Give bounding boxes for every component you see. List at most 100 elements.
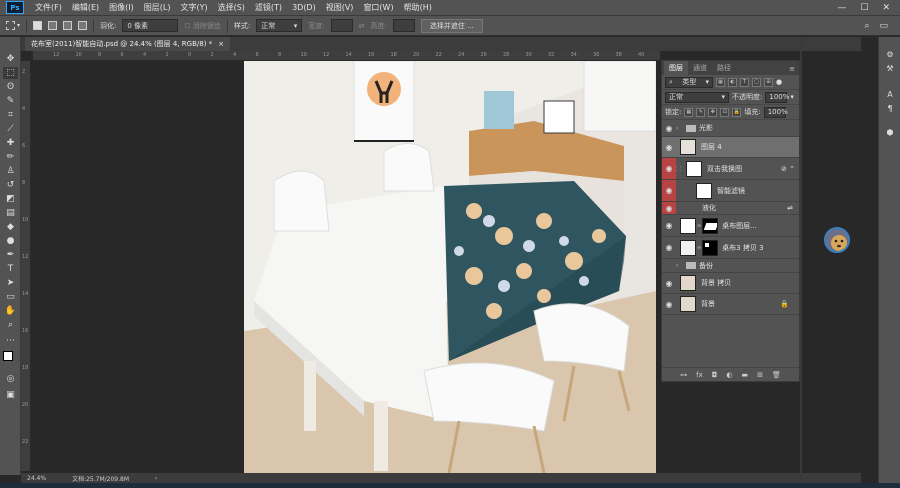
layer-smart-object[interactable]: ◉ ⸬ 双击我换图 ⊘ ⌃ [662, 158, 799, 180]
layer-tuceng4[interactable]: ◉ 图层 4 [662, 137, 799, 158]
layer-tablecloth[interactable]: ◉ ∞ 桌布图层... [662, 215, 799, 237]
filter-liquify-row[interactable]: ◉ 液化 ⇌ [662, 202, 799, 215]
folder-icon[interactable]: ▬ [741, 371, 748, 379]
adjust-sliders-icon[interactable]: ⚒ [884, 63, 896, 74]
healing-brush-icon[interactable]: ✚ [3, 137, 18, 149]
move-tool-icon[interactable]: ✥ [3, 53, 18, 65]
paragraph-icon[interactable]: ¶ [884, 103, 896, 114]
lock-artboard-icon[interactable]: ⊡ [720, 107, 730, 117]
lasso-tool-icon[interactable]: ʘ [3, 81, 18, 93]
eye-icon[interactable]: ◉ [662, 143, 676, 152]
menu-select[interactable]: 选择(S) [213, 2, 250, 13]
width-input[interactable] [330, 19, 353, 32]
zoom-level[interactable]: 24.4% [27, 475, 46, 482]
type-tool-icon[interactable]: T [3, 263, 18, 275]
filter-pixel-icon[interactable]: ▦ [716, 77, 725, 87]
add-selection-icon[interactable] [48, 21, 58, 30]
brush-tool-icon[interactable]: ✏ [3, 151, 18, 163]
screen-mode-icon[interactable]: ▣ [3, 389, 18, 401]
chevron-right-icon[interactable]: › [155, 475, 157, 482]
tab-channels[interactable]: 通道 [688, 61, 712, 75]
lock-transparent-icon[interactable]: ▦ [684, 107, 694, 117]
crop-tool-icon[interactable]: ⌗ [3, 109, 18, 121]
eye-icon[interactable]: ◉ [662, 300, 676, 309]
chevron-right-icon[interactable]: › [676, 125, 686, 132]
blur-tool-icon[interactable]: ◆ [3, 221, 18, 233]
filter-type-icon[interactable]: T [740, 77, 749, 87]
menu-file[interactable]: 文件(F) [30, 2, 67, 13]
filter-smart-icon[interactable]: ⊞ [764, 77, 773, 87]
marquee-tool-preset[interactable]: ▾ [6, 21, 20, 30]
tab-layers[interactable]: 图层 [664, 61, 688, 75]
style-select[interactable]: 正常 ▾ [256, 19, 303, 32]
mask-icon[interactable]: ◘ [712, 371, 718, 379]
height-input[interactable] [392, 19, 415, 32]
lock-pixels-icon[interactable]: ✎ [696, 107, 706, 117]
hand-tool-icon[interactable]: ✋ [3, 305, 18, 317]
eye-icon[interactable]: ◉ [662, 202, 676, 214]
floating-pet-avatar-icon[interactable] [824, 227, 850, 253]
chevron-down-icon[interactable]: ▾ [790, 93, 794, 101]
lock-position-icon[interactable]: ✥ [708, 107, 718, 117]
adjustment-icon[interactable]: ◐ [726, 371, 732, 379]
workspace-icon[interactable]: ▭ [879, 21, 888, 31]
select-and-mask-button[interactable]: 选择并遮住 ... [420, 18, 483, 33]
link-icon[interactable]: ⊶ [680, 371, 687, 379]
menu-edit[interactable]: 编辑(E) [67, 2, 104, 13]
quick-select-tool-icon[interactable]: ✎ [3, 95, 18, 107]
tab-paths[interactable]: 路径 [712, 61, 736, 75]
rect-marquee-tool-icon[interactable]: ⬚ [3, 67, 18, 79]
new-selection-icon[interactable] [33, 21, 43, 30]
menu-image[interactable]: 图像(I) [104, 2, 139, 13]
history-brush-icon[interactable]: ↺ [3, 179, 18, 191]
eye-icon[interactable]: ◉ [662, 124, 676, 133]
dodge-tool-icon[interactable]: ● [3, 235, 18, 247]
eye-icon[interactable]: ◉ [662, 279, 676, 288]
properties-icon[interactable]: ⚙ [884, 49, 896, 60]
eye-icon[interactable]: ◉ [662, 243, 676, 252]
document-canvas-image[interactable] [244, 61, 656, 473]
layer-background-copy[interactable]: ◉ 背景 拷贝 [662, 273, 799, 294]
search-icon[interactable]: ⌕ [864, 21, 869, 31]
lock-all-icon[interactable]: 🔒 [732, 107, 742, 117]
document-tab[interactable]: 花布室(2011)智能自动.psd @ 24.4% (图层 4, RGB/8) … [25, 37, 231, 51]
stamp-tool-icon[interactable]: ♙ [3, 165, 18, 177]
layer-background[interactable]: ◉ 背景 🔒 [662, 294, 799, 315]
new-layer-icon[interactable]: ⊞ [757, 371, 763, 379]
zoom-tool-icon[interactable]: ⌕ [3, 319, 18, 331]
shape-tool-icon[interactable]: ▭ [3, 291, 18, 303]
trash-icon[interactable]: 🗑 [772, 371, 781, 379]
fx-icon[interactable]: fx [696, 371, 703, 379]
fill-input[interactable]: 100% [763, 106, 788, 118]
close-icon[interactable]: ✕ [882, 3, 890, 13]
character-icon[interactable]: A [884, 89, 896, 100]
filter-shape-icon[interactable]: ▢ [752, 77, 761, 87]
opacity-input[interactable]: 100% [765, 91, 789, 103]
close-tab-icon[interactable]: × [218, 40, 224, 48]
filter-adjust-icon[interactable]: ◐ [728, 77, 737, 87]
layer-group-guangying[interactable]: ◉ › 光影 [662, 120, 799, 137]
3d-icon[interactable]: ⬢ [884, 127, 896, 138]
pen-tool-icon[interactable]: ✒ [3, 249, 18, 261]
eye-icon[interactable]: ◉ [662, 180, 676, 201]
gradient-tool-icon[interactable]: ▤ [3, 207, 18, 219]
menu-help[interactable]: 帮助(H) [399, 2, 437, 13]
chevron-right-icon[interactable]: › [676, 262, 686, 269]
menu-3d[interactable]: 3D(D) [287, 3, 321, 12]
eyedropper-tool-icon[interactable]: ⟋ [3, 123, 18, 135]
foreground-color-swatch[interactable] [3, 351, 13, 361]
blend-mode-select[interactable]: 正常 ▾ [665, 91, 729, 103]
path-select-icon[interactable]: ➤ [3, 277, 18, 289]
smart-filters-row[interactable]: ◉ 智能滤镜 [662, 180, 799, 202]
filter-options-icon[interactable]: ⇌ [787, 204, 793, 212]
eraser-tool-icon[interactable]: ◩ [3, 193, 18, 205]
menu-type[interactable]: 文字(Y) [175, 2, 212, 13]
quick-mask-icon[interactable]: ◎ [3, 373, 18, 385]
menu-filter[interactable]: 滤镜(T) [250, 2, 287, 13]
menu-layer[interactable]: 图层(L) [139, 2, 176, 13]
subtract-selection-icon[interactable] [63, 21, 73, 30]
kind-filter-select[interactable]: ⌕ 类型 ▾ [665, 76, 713, 88]
intersect-selection-icon[interactable] [78, 21, 88, 30]
feather-input[interactable]: 0 像素 [122, 19, 179, 32]
panel-menu-icon[interactable]: ≡ [785, 65, 799, 75]
